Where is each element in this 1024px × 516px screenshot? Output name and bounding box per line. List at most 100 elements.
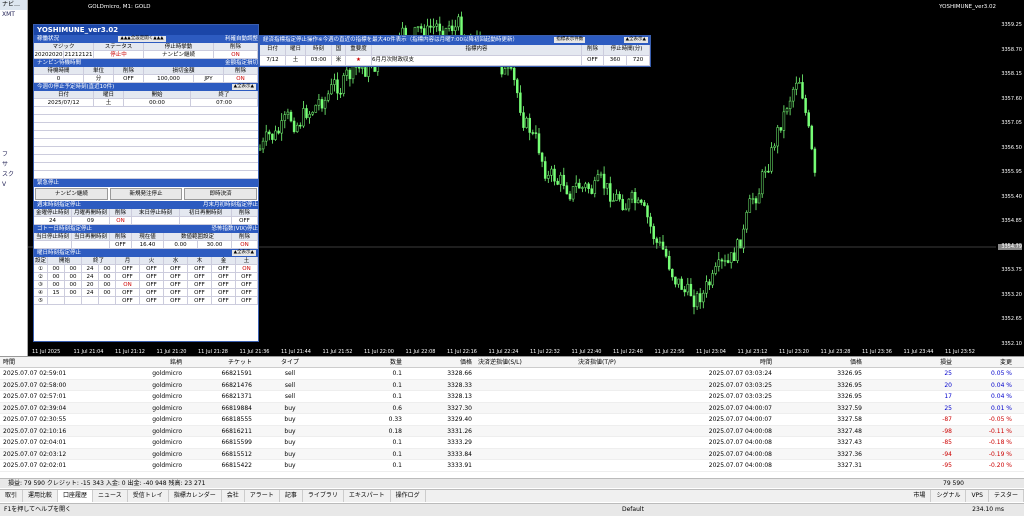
month-end-stop[interactable]	[132, 217, 180, 224]
time-cell[interactable]: 00	[48, 281, 65, 288]
stop-behavior-value[interactable]: ナンピン継続	[144, 51, 214, 58]
tab-3[interactable]: ニュース	[93, 490, 128, 502]
time-cell[interactable]	[99, 297, 116, 304]
table-row[interactable]: 2025.07.07 02:30:55 goldmicro 66818555 buy 0…	[0, 414, 1024, 426]
weekday-toggle[interactable]: OFF	[140, 273, 164, 280]
weekday-toggle[interactable]: OFF	[188, 297, 212, 304]
delete-toggle[interactable]: ON	[232, 241, 258, 248]
navigator-item-accounts[interactable]: XMT	[0, 10, 27, 20]
col-header[interactable]: 変更	[955, 357, 1015, 367]
table-row[interactable]: 2025.07.07 02:10:16 goldmicro 66816211 buy 0…	[0, 425, 1024, 437]
tab-5[interactable]: 指標カレンダー	[169, 490, 222, 502]
table-row[interactable]: 2025.07.07 02:58:00 goldmicro 66821476 sell…	[0, 379, 1024, 391]
navigator-item[interactable]: フ	[0, 150, 27, 160]
right-tab-3[interactable]: テスター	[989, 490, 1024, 502]
time-cell[interactable]: 00	[65, 281, 82, 288]
weekday-toggle[interactable]: OFF	[140, 265, 164, 272]
weekday-toggle[interactable]: OFF	[164, 273, 188, 280]
gotobi-stop-time[interactable]	[34, 241, 72, 248]
tab-9[interactable]: ライブラリ	[303, 490, 344, 502]
continue-nanpin-button[interactable]: ナンピン継続	[35, 188, 108, 200]
navigator-item[interactable]	[0, 50, 27, 60]
weekday-toggle[interactable]: OFF	[212, 289, 236, 296]
table-row[interactable]: 2025.07.07 02:02:01 goldmicro 66815422 buy 0…	[0, 460, 1024, 472]
weekday-toggle[interactable]: OFF	[212, 297, 236, 304]
time-cell[interactable]: 15	[48, 289, 65, 296]
time-cell[interactable]: 00	[65, 289, 82, 296]
magic-number-1[interactable]: 20202020	[34, 51, 64, 58]
navigator-item[interactable]: V	[0, 180, 27, 190]
magic-number-2[interactable]: 21212121	[64, 51, 94, 58]
table-row[interactable]: 2025.07.07 02:39:04 goldmicro 66819884 buy 0…	[0, 402, 1024, 414]
close-all-button[interactable]: 即時決済	[184, 188, 258, 200]
weekday-toggle[interactable]: OFF	[236, 273, 258, 280]
navigator-item[interactable]	[0, 90, 27, 100]
weekday-toggle[interactable]: OFF	[116, 273, 140, 280]
profile-name[interactable]: Default	[622, 504, 644, 516]
weekday-toggle[interactable]: OFF	[188, 265, 212, 272]
time-cell[interactable]: 00	[99, 273, 116, 280]
weekday-toggle[interactable]: OFF	[164, 281, 188, 288]
weekday-toggle[interactable]: OFF	[188, 289, 212, 296]
monday-resume-hour[interactable]: 09	[72, 217, 110, 224]
weekday-toggle[interactable]: OFF	[236, 281, 258, 288]
weekday-toggle[interactable]: OFF	[212, 265, 236, 272]
navigator-item[interactable]	[0, 110, 27, 120]
tab-2[interactable]: 口座履歴	[58, 490, 94, 502]
right-tab-0[interactable]: 市場	[908, 490, 932, 502]
navigator-item[interactable]: サ	[0, 160, 27, 170]
col-header[interactable]: チケット	[185, 357, 255, 367]
friday-stop-hour[interactable]: 24	[34, 217, 72, 224]
weekday-toggle[interactable]: OFF	[140, 289, 164, 296]
unit-value[interactable]: 分	[84, 75, 114, 82]
navigator-item[interactable]	[0, 120, 27, 130]
navigator-item[interactable]	[0, 80, 27, 90]
navigator-item[interactable]	[0, 130, 27, 140]
col-header[interactable]: 決済指値(T/P)	[575, 357, 675, 367]
weekday-toggle[interactable]: OFF	[140, 281, 164, 288]
time-cell[interactable]: 00	[99, 265, 116, 272]
col-header[interactable]: 価格	[775, 357, 865, 367]
weekday-toggle[interactable]: ON	[116, 281, 140, 288]
time-cell[interactable]	[65, 297, 82, 304]
time-cell[interactable]: 00	[48, 273, 65, 280]
delete-toggle[interactable]: ON	[224, 75, 258, 82]
right-tab-1[interactable]: シグナル	[931, 490, 967, 502]
delete-toggle[interactable]: ON	[214, 51, 258, 58]
table-row[interactable]: 2025.07.07 02:57:01 goldmicro 66821371 sell…	[0, 391, 1024, 403]
time-cell[interactable]: 00	[48, 265, 65, 272]
tab-0[interactable]: 取引	[0, 490, 24, 502]
weekday-toggle[interactable]: OFF	[188, 273, 212, 280]
time-cell[interactable]: 00	[99, 289, 116, 296]
col-header[interactable]: 決済逆指値(S/L)	[475, 357, 575, 367]
stop-new-orders-button[interactable]: 新規発注停止	[109, 188, 183, 200]
time-cell[interactable]: 00	[99, 281, 116, 288]
tab-11[interactable]: 操作ログ	[391, 490, 426, 502]
open-all-button[interactable]: ▲▲▲全設定開く▲▲▲	[118, 36, 166, 42]
weekday-toggle[interactable]: OFF	[212, 273, 236, 280]
time-cell[interactable]: 24	[82, 265, 99, 272]
show-all-button[interactable]: ▲全表示▲	[231, 250, 256, 256]
time-cell[interactable]	[82, 297, 99, 304]
weekday-toggle[interactable]: OFF	[116, 289, 140, 296]
delete-toggle[interactable]: OFF	[114, 75, 144, 82]
right-tab-2[interactable]: VPS	[966, 490, 989, 502]
tab-1[interactable]: 運用比較	[23, 490, 59, 502]
count-button[interactable]: 指標表示件数	[554, 37, 586, 43]
weekday-toggle[interactable]: ON	[236, 265, 258, 272]
table-row[interactable]: 2025.07.07 02:59:01 goldmicro 66821591 sell…	[0, 368, 1024, 380]
navigator-item[interactable]	[0, 60, 27, 70]
time-cell[interactable]: 00	[65, 273, 82, 280]
weekday-toggle[interactable]: OFF	[164, 297, 188, 304]
time-cell[interactable]: 20	[82, 281, 99, 288]
tab-7[interactable]: アラート	[245, 490, 280, 502]
col-header[interactable]: 損益	[865, 357, 955, 367]
econ-before-input[interactable]: 360	[604, 56, 627, 65]
weekday-toggle[interactable]: OFF	[212, 281, 236, 288]
tab-4[interactable]: 受信トレイ	[128, 490, 169, 502]
navigator-item[interactable]: スク	[0, 170, 27, 180]
weekday-toggle[interactable]: OFF	[164, 289, 188, 296]
navigator-item[interactable]	[0, 30, 27, 40]
weekday-toggle[interactable]: OFF	[164, 265, 188, 272]
weekday-toggle[interactable]: OFF	[116, 297, 140, 304]
